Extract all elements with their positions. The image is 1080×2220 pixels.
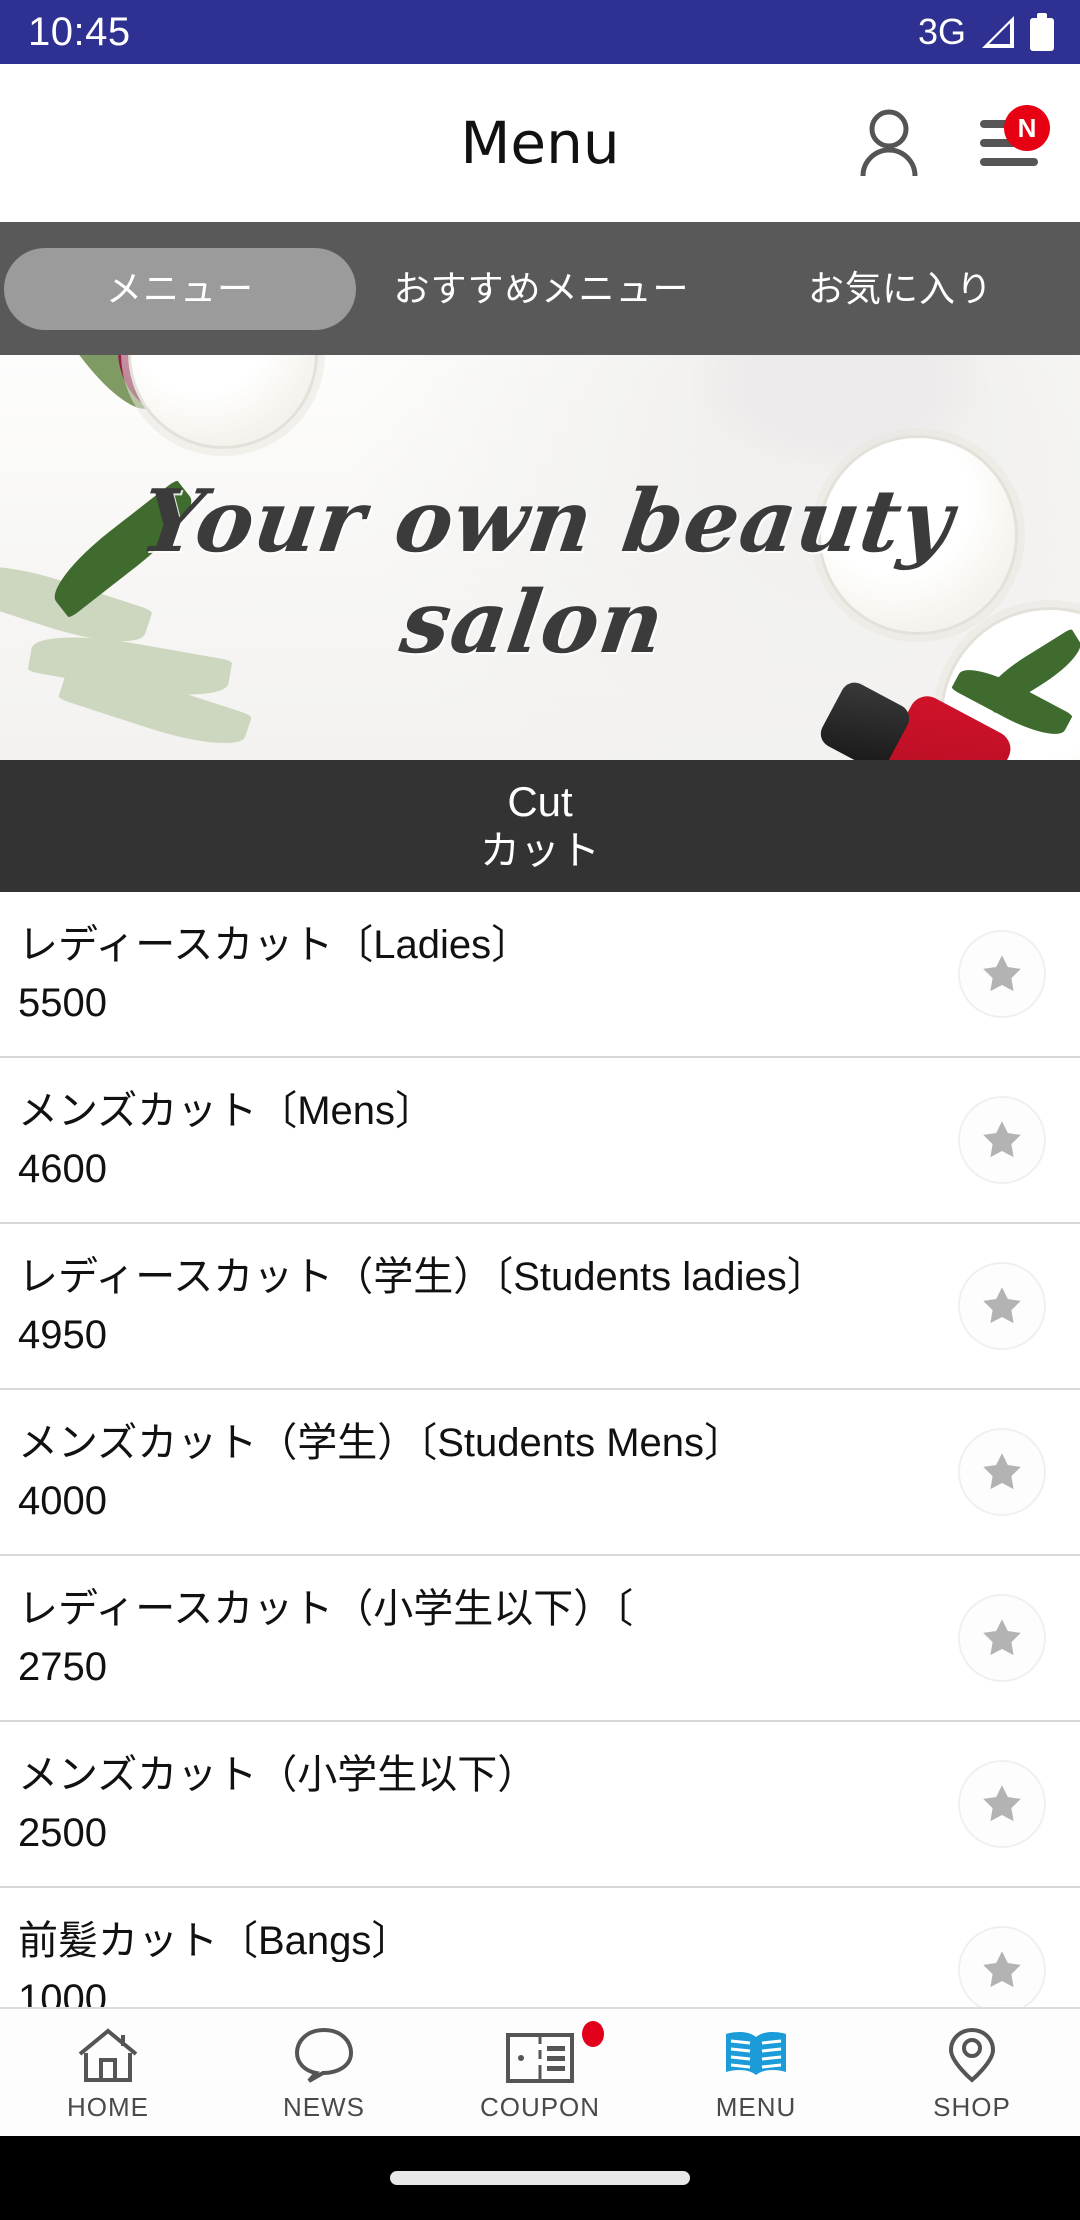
nav-item-news[interactable]: NEWS	[216, 2009, 432, 2136]
menu-item-price: 4000	[18, 1479, 107, 1523]
notification-badge: N	[1004, 105, 1050, 151]
coupon-badge-dot	[582, 2021, 604, 2047]
menu-item-price: 2500	[18, 1811, 107, 1855]
tab-menu[interactable]: メニュー	[4, 247, 356, 330]
app-screen: 10:45 3G Menu N メニュー おすすめメニュー お気に入り Your…	[0, 0, 1080, 2220]
menu-item-name: 前髪カット〔Bangs〕	[18, 1920, 412, 1962]
menu-list-item[interactable]: レディースカット（学生）〔Students ladies〕 4950	[0, 1224, 1080, 1390]
menu-item-price: 2750	[18, 1645, 107, 1689]
category-title-jp: カット	[480, 829, 600, 873]
nav-item-home[interactable]: HOME	[0, 2009, 216, 2136]
star-icon	[983, 1951, 1021, 1988]
favorite-button[interactable]	[958, 930, 1046, 1018]
menu-item-name: メンズカット〔Mens〕	[18, 1090, 436, 1132]
nav-item-coupon-label: COUPON	[479, 2091, 601, 2122]
favorite-button[interactable]	[958, 1926, 1046, 2007]
gesture-pill[interactable]	[390, 2171, 690, 2185]
star-icon	[983, 1121, 1021, 1158]
favorite-button[interactable]	[958, 1594, 1046, 1682]
menu-item-name: レディースカット（小学生以下）〔	[18, 1588, 634, 1630]
status-indicators: 3G	[918, 13, 1054, 51]
map-pin-icon	[945, 2026, 999, 2084]
menu-item-texts: メンズカット〔Mens〕 4600	[18, 1090, 958, 1190]
page-title: Menu	[460, 109, 620, 177]
menu-item-name: レディースカット（学生）〔Students ladies〕	[18, 1256, 827, 1298]
menu-list-item[interactable]: レディースカット〔Ladies〕 5500	[0, 892, 1080, 1058]
category-header: Cut カット	[0, 760, 1080, 892]
tab-recommended-menu[interactable]: おすすめメニュー	[362, 248, 721, 330]
nav-item-news-label: NEWS	[283, 2091, 365, 2122]
menu-list-item[interactable]: メンズカット（学生）〔Students Mens〕 4000	[0, 1390, 1080, 1556]
nav-item-menu[interactable]: MENU	[648, 2009, 864, 2136]
menu-list-item[interactable]: 前髪カット〔Bangs〕 1000	[0, 1888, 1080, 2007]
star-icon	[983, 955, 1021, 992]
tab-menu-label: メニュー	[105, 267, 254, 309]
tab-favorites-label: お気に入り	[807, 267, 993, 309]
favorite-button[interactable]	[958, 1428, 1046, 1516]
tab-bar: メニュー おすすめメニュー お気に入り	[0, 222, 1080, 355]
account-button[interactable]	[852, 103, 926, 183]
signal-bars-icon	[980, 15, 1016, 49]
open-book-icon	[722, 2026, 790, 2084]
star-icon	[983, 1453, 1021, 1490]
menu-item-texts: レディースカット〔Ladies〕 5500	[18, 924, 958, 1024]
nav-item-coupon[interactable]: COUPON	[432, 2009, 648, 2136]
menu-list-item[interactable]: メンズカット（小学生以下） 2500	[0, 1722, 1080, 1888]
network-type-label: 3G	[917, 11, 966, 52]
app-header: Menu N	[0, 64, 1080, 222]
star-icon	[983, 1619, 1021, 1656]
nav-item-home-label: HOME	[67, 2091, 149, 2122]
ticket-icon	[505, 2026, 575, 2084]
hamburger-menu-button[interactable]: N	[972, 103, 1050, 183]
menu-item-texts: レディースカット（小学生以下）〔 2750	[18, 1588, 958, 1688]
menu-item-price: 4600	[18, 1147, 107, 1191]
menu-item-price: 5500	[18, 981, 107, 1025]
tab-recommended-menu-label: おすすめメニュー	[393, 267, 690, 309]
status-time: 10:45	[28, 10, 131, 54]
promo-banner[interactable]: Your own beauty salon	[0, 355, 1080, 760]
nav-item-menu-label: MENU	[715, 2091, 797, 2122]
nav-item-shop[interactable]: SHOP	[864, 2009, 1080, 2136]
bottom-navigation: HOME NEWS COUPON MENU SHOP	[0, 2007, 1080, 2136]
header-actions: N	[852, 103, 1050, 183]
menu-item-texts: メンズカット（小学生以下） 2500	[18, 1754, 958, 1854]
menu-list-item[interactable]: メンズカット〔Mens〕 4600	[0, 1058, 1080, 1224]
speech-bubble-icon	[293, 2026, 355, 2084]
menu-item-price: 4950	[18, 1313, 107, 1357]
menu-list-item[interactable]: レディースカット（小学生以下）〔 2750	[0, 1556, 1080, 1722]
favorite-button[interactable]	[958, 1096, 1046, 1184]
favorite-button[interactable]	[958, 1760, 1046, 1848]
menu-item-texts: レディースカット（学生）〔Students ladies〕 4950	[18, 1256, 958, 1356]
battery-full-icon	[1030, 13, 1054, 51]
menu-item-price: 1000	[18, 1977, 107, 2007]
category-title-en: Cut	[507, 778, 573, 825]
person-icon	[860, 109, 918, 177]
gesture-navigation-bar	[0, 2136, 1080, 2220]
banner-script-text: Your own beauty salon	[134, 471, 960, 673]
menu-item-texts: 前髪カット〔Bangs〕 1000	[18, 1920, 958, 2007]
star-icon	[983, 1287, 1021, 1324]
tab-favorites[interactable]: お気に入り	[721, 248, 1080, 330]
favorite-button[interactable]	[958, 1262, 1046, 1350]
menu-item-name: レディースカット〔Ladies〕	[18, 924, 532, 966]
menu-item-texts: メンズカット（学生）〔Students Mens〕 4000	[18, 1422, 958, 1522]
status-bar: 10:45 3G	[0, 0, 1080, 64]
menu-item-name: メンズカット（小学生以下）	[18, 1754, 538, 1796]
menu-item-name: メンズカット（学生）〔Students Mens〕	[18, 1422, 745, 1464]
nav-item-shop-label: SHOP	[933, 2091, 1011, 2122]
menu-list[interactable]: レディースカット〔Ladies〕 5500 メンズカット〔Mens〕 4600 …	[0, 892, 1080, 2007]
house-icon	[76, 2026, 140, 2084]
star-icon	[983, 1785, 1021, 1822]
